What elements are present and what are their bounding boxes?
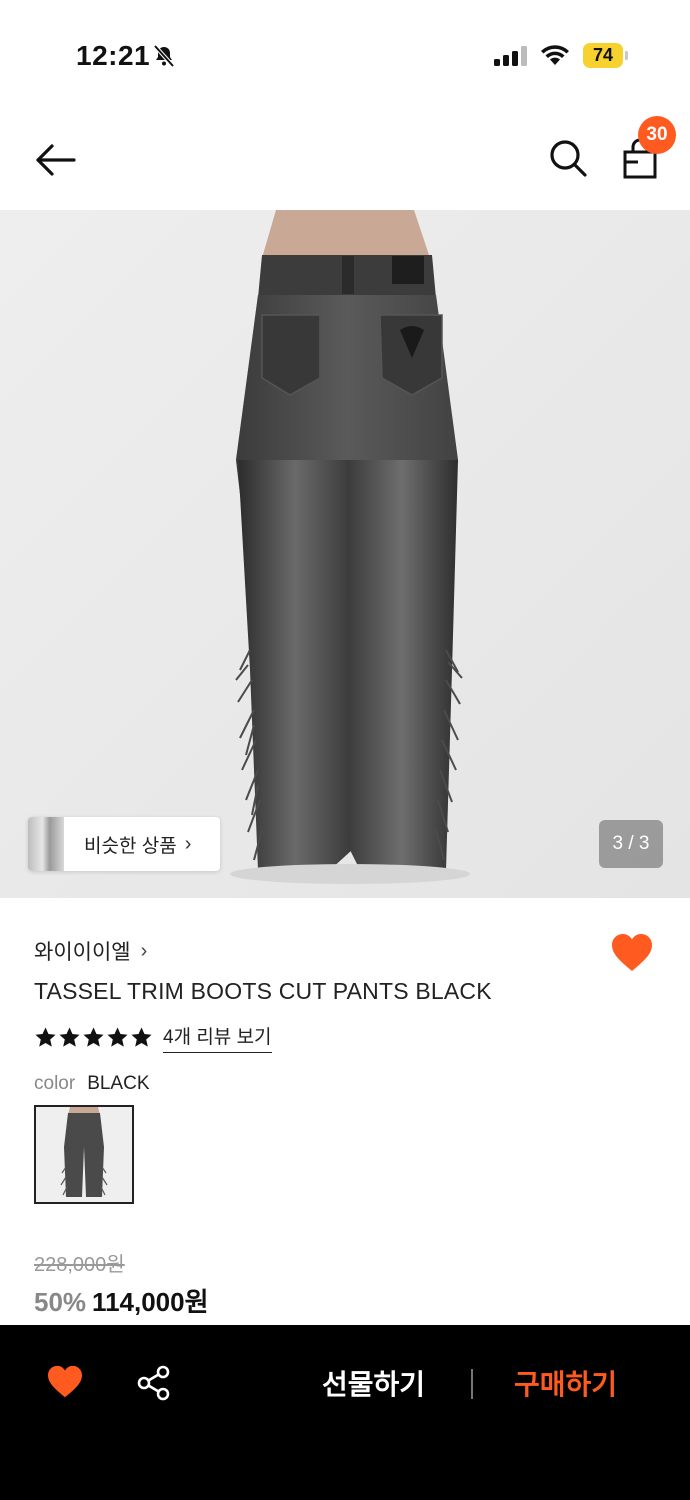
status-time: 12:21 xyxy=(76,40,151,71)
bell-muted-icon xyxy=(153,44,175,68)
similar-product-thumbnail xyxy=(28,817,64,871)
bottom-action-bar: 선물하기 구매하기 xyxy=(0,1325,690,1500)
app-header xyxy=(0,110,690,210)
status-bar: 12:21 74 xyxy=(0,0,690,110)
product-image[interactable] xyxy=(0,210,690,898)
share-icon[interactable] xyxy=(136,1365,172,1401)
star-icon xyxy=(83,1027,104,1047)
discount-rate: 50% xyxy=(34,1287,87,1317)
rating-row: 4개 리뷰 보기 xyxy=(34,1022,272,1053)
buy-button[interactable]: 구매하기 xyxy=(514,1363,617,1403)
star-icon xyxy=(107,1027,128,1047)
gift-button[interactable]: 선물하기 xyxy=(322,1363,425,1403)
chevron-right-icon: › xyxy=(184,832,192,855)
battery-tip xyxy=(625,51,628,60)
price-row: 50% 114,000원 xyxy=(34,1282,209,1319)
back-arrow-icon[interactable] xyxy=(34,140,78,180)
product-name: TASSEL TRIM BOOTS CUT PANTS BLACK xyxy=(34,978,492,1004)
sale-price: 114,000원 xyxy=(92,1287,209,1317)
battery-level: 74 xyxy=(583,43,623,68)
similar-products-label: 비슷한 상품 xyxy=(84,835,177,857)
star-icon xyxy=(59,1027,80,1047)
swatch-thumbnail xyxy=(36,1107,132,1202)
cart-count-badge: 30 xyxy=(638,116,676,154)
bottom-bar-divider xyxy=(471,1369,473,1399)
color-value: BLACK xyxy=(87,1073,150,1094)
search-icon[interactable] xyxy=(548,138,588,178)
product-photo-illustration xyxy=(0,210,690,898)
similar-products-button[interactable]: 비슷한 상품 › xyxy=(28,817,220,871)
view-reviews-link[interactable]: 4개 리뷰 보기 xyxy=(163,1022,272,1053)
brand-name: 와이이이엘 xyxy=(34,941,131,964)
original-price: 228,000원 xyxy=(34,1254,125,1276)
wifi-icon xyxy=(541,45,569,65)
color-row: color BLACK xyxy=(34,1073,150,1095)
wishlist-heart-icon[interactable] xyxy=(610,933,654,973)
cellular-signal-icon xyxy=(494,46,527,66)
wishlist-heart-icon[interactable] xyxy=(46,1365,84,1399)
brand-link[interactable]: 와이이이엘 › xyxy=(34,936,147,966)
star-icon xyxy=(35,1027,56,1047)
image-page-indicator: 3 / 3 xyxy=(599,820,663,868)
star-icon xyxy=(131,1027,152,1047)
color-label: color xyxy=(34,1073,76,1094)
color-swatch-black[interactable] xyxy=(34,1105,134,1204)
rating-stars xyxy=(34,1026,153,1049)
chevron-right-icon: › xyxy=(140,939,148,962)
battery-indicator: 74 xyxy=(583,43,628,68)
